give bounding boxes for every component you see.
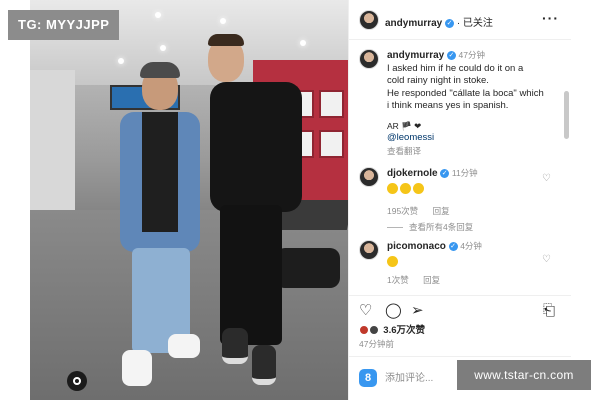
- comment-emojis: [387, 255, 559, 269]
- ceiling-light: [220, 18, 226, 24]
- post-header: andymurray ✓ · 已关注 ···: [349, 0, 571, 40]
- liker-avatar: [368, 325, 379, 336]
- post-timestamp: 47分钟前: [359, 339, 394, 349]
- liker-avatar: [359, 325, 369, 336]
- laughing-emoji-icon: [400, 182, 411, 194]
- ceiling-light: [118, 58, 124, 64]
- person-left-shoe: [122, 350, 152, 386]
- comment-actions: 1次赞 回复: [387, 274, 559, 287]
- more-options-icon[interactable]: ···: [542, 10, 559, 26]
- person-left-shoe: [168, 334, 200, 358]
- comments-scrollbar[interactable]: [564, 91, 569, 139]
- comment-item: picomonaco ✓ 4分钟 1次赞 回复 ♡: [359, 240, 559, 287]
- like-icon[interactable]: ♡: [359, 303, 372, 319]
- avatar[interactable]: [359, 240, 379, 260]
- person-left-shirt: [142, 112, 178, 232]
- verified-badge-icon: ✓: [448, 241, 458, 251]
- share-icon[interactable]: ➢: [411, 303, 424, 319]
- locker-cell: [319, 130, 344, 158]
- instagram-post-window: TG: MYYJJPP andymurray ✓ · 已关注 ··· andym…: [0, 0, 600, 400]
- person-right-pants: [220, 205, 282, 345]
- comment-like-icon[interactable]: ♡: [542, 173, 551, 184]
- comment-username[interactable]: djokernole: [387, 168, 438, 179]
- user-tag-icon: [73, 377, 81, 385]
- comment-item: djokernole ✓ 11分钟 195次赞 回复 ♡: [359, 167, 559, 218]
- comment-emojis: [387, 182, 559, 196]
- ceiling-light: [155, 12, 161, 18]
- watermark-bottom: www.tstar-cn.com: [457, 360, 591, 390]
- comment-body: djokernole ✓ 11分钟 195次赞 回复: [387, 167, 559, 218]
- follow-status[interactable]: · 已关注: [457, 18, 493, 29]
- comment-username[interactable]: picomonaco: [387, 241, 446, 252]
- post-like-count-row[interactable]: 3.6万次赞: [359, 322, 425, 336]
- view-replies-link[interactable]: 查看所有4条回复: [387, 221, 473, 233]
- avatar[interactable]: [359, 167, 379, 187]
- caption-line: cold rainy night in stoke.: [387, 75, 489, 86]
- reply-button[interactable]: 回复: [433, 206, 450, 216]
- person-right-shirt: [210, 82, 302, 212]
- avatar[interactable]: [359, 49, 379, 69]
- laughing-emoji-icon: [387, 182, 398, 194]
- reply-button[interactable]: 回复: [423, 275, 440, 285]
- comment-list[interactable]: andymurray ✓ 47分钟 I asked him if he coul…: [349, 41, 571, 294]
- post-action-bar: ♡ ◯ ➢ ⎗: [349, 295, 571, 325]
- comment-time: 11分钟: [451, 168, 478, 178]
- ceiling-light: [160, 45, 166, 51]
- caption-flags: AR 🏴 ❤: [387, 120, 422, 131]
- watermark-top: TG: MYYJJPP: [8, 10, 120, 40]
- save-bookmark-icon[interactable]: ⎗: [543, 303, 555, 319]
- post-author-row: andymurray ✓ · 已关注: [385, 14, 493, 29]
- comment-icon[interactable]: ◯: [385, 303, 402, 319]
- caption-line: He responded "cállate la boca" which: [387, 87, 544, 99]
- comment-like-count[interactable]: 195次赞: [387, 206, 418, 216]
- person-right-shoe: [222, 328, 248, 364]
- person-right-shoe: [252, 345, 276, 385]
- back-wall: [30, 70, 75, 220]
- post-photo: [30, 0, 348, 400]
- caption-comment: andymurray ✓ 47分钟 I asked him if he coul…: [359, 49, 559, 157]
- avatar[interactable]: [359, 10, 379, 30]
- comment-like-icon[interactable]: ♡: [542, 254, 551, 265]
- person-right-hair: [208, 34, 244, 46]
- post-author-username[interactable]: andymurray: [385, 18, 442, 29]
- post-like-count[interactable]: 3.6万次赞: [383, 325, 425, 336]
- caption-body: andymurray ✓ 47分钟 I asked him if he coul…: [387, 49, 559, 157]
- comment-like-count[interactable]: 1次赞: [387, 275, 409, 285]
- ceiling-light: [300, 40, 306, 46]
- comment-time: 4分钟: [460, 241, 482, 251]
- verified-badge-icon: ✓: [445, 18, 455, 28]
- laughing-emoji-icon: [413, 182, 424, 194]
- comment-actions: 195次赞 回复: [387, 205, 559, 218]
- locker-cell: [319, 90, 344, 118]
- verified-badge-icon: ✓: [440, 168, 450, 178]
- mention-link[interactable]: @leomessi: [387, 132, 559, 145]
- sports-bag: [275, 248, 340, 288]
- comment-time: 47分钟: [458, 50, 485, 60]
- caption-line: i think means yes in spanish.: [387, 100, 509, 111]
- post-side-panel: andymurray ✓ · 已关注 ··· andymurray ✓ 47分钟…: [348, 0, 571, 400]
- emoji-icon: [387, 255, 398, 267]
- caption-line: I asked him if he could do it on a: [387, 62, 524, 74]
- comment-input[interactable]: [385, 369, 465, 387]
- comment-username[interactable]: andymurray: [387, 50, 444, 61]
- tagged-users-button[interactable]: [67, 371, 87, 391]
- translate-link[interactable]: 查看翻译: [387, 145, 559, 158]
- verified-badge-icon: ✓: [446, 50, 456, 60]
- comment-body: picomonaco ✓ 4分钟 1次赞 回复: [387, 240, 559, 287]
- person-left-cap: [140, 62, 180, 78]
- emoji-picker-icon[interactable]: 8: [359, 369, 377, 387]
